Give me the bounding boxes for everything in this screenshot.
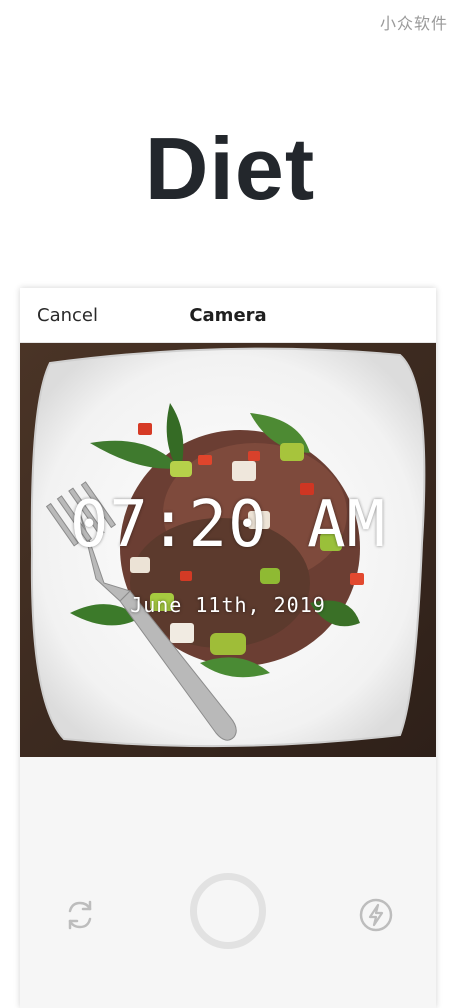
navbar: Cancel Camera	[20, 288, 436, 343]
switch-camera-icon[interactable]	[62, 897, 98, 933]
phone-frame: Cancel Camera 07:20 AM June 11th, 2019	[20, 288, 436, 1008]
flash-icon[interactable]	[358, 897, 394, 933]
shutter-button[interactable]	[190, 873, 266, 949]
time-overlay: 07:20 AM	[69, 488, 387, 562]
watermark: 小众软件	[379, 14, 448, 33]
date-overlay: June 11th, 2019	[130, 593, 326, 617]
camera-controls	[20, 757, 436, 1008]
screen-title: Camera	[189, 305, 267, 326]
camera-viewfinder: 07:20 AM June 11th, 2019	[20, 343, 436, 757]
hero-title: Diet	[144, 119, 316, 218]
